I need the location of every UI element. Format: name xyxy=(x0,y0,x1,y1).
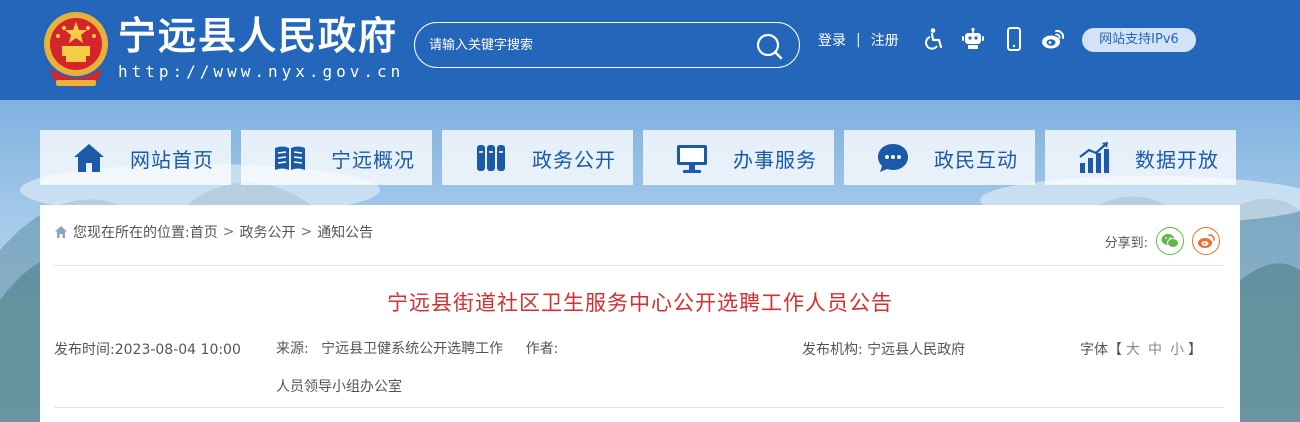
site-title: 宁远县人民政府 xyxy=(118,14,399,58)
nav-overview[interactable]: 宁远概况 xyxy=(241,130,432,185)
nav-label: 网站首页 xyxy=(130,148,214,172)
mobile-icon[interactable] xyxy=(1002,27,1026,51)
share-wechat-button[interactable] xyxy=(1156,227,1184,255)
login-link[interactable]: 登录 xyxy=(818,30,846,50)
publish-value: 2023-08-04 10:00 xyxy=(114,342,241,358)
wechat-icon xyxy=(1161,234,1179,248)
link-separator: | xyxy=(856,32,861,48)
breadcrumb-government-affairs[interactable]: 政务公开 xyxy=(239,222,295,242)
source: 来源: 宁远县卫健系统公开选聘工作 作者: 人员领导小组办公室 xyxy=(276,339,558,397)
nav-label: 政务公开 xyxy=(532,148,616,172)
source-value-line1: 宁远县卫健系统公开选聘工作 xyxy=(321,341,504,357)
font-large-button[interactable]: 大 xyxy=(1126,342,1140,358)
divider xyxy=(54,407,1224,408)
nav-label: 宁远概况 xyxy=(331,148,415,172)
nav-label: 办事服务 xyxy=(733,148,817,172)
chart-icon xyxy=(1079,142,1109,173)
font-size-end: 】 xyxy=(1188,342,1202,358)
search-icon[interactable] xyxy=(755,32,783,60)
search-box xyxy=(414,22,800,68)
author-label: 作者: xyxy=(525,341,559,357)
publish-time: 发布时间:2023-08-04 10:00 xyxy=(54,339,241,359)
home-icon xyxy=(74,144,104,172)
divider xyxy=(54,265,1224,266)
robot-icon[interactable] xyxy=(961,27,985,51)
breadcrumb-arrow: > xyxy=(300,224,313,240)
register-link[interactable]: 注册 xyxy=(871,30,899,50)
breadcrumb-arrow: > xyxy=(222,224,235,240)
org-label: 发布机构: xyxy=(802,342,863,358)
account-links: 登录 | 注册 xyxy=(818,30,899,50)
weibo-icon[interactable] xyxy=(1041,27,1065,51)
breadcrumb-prefix: 您现在所在的位置: xyxy=(73,225,190,241)
share-bar: 分享到: xyxy=(1105,227,1220,255)
files-icon xyxy=(477,145,505,171)
org-value: 宁远县人民政府 xyxy=(867,342,966,358)
chat-icon xyxy=(878,144,908,172)
nav-interaction[interactable]: 政民互动 xyxy=(844,130,1035,185)
breadcrumb-home[interactable]: 首页 xyxy=(190,222,218,242)
font-medium-button[interactable]: 中 xyxy=(1148,342,1162,358)
share-label: 分享到: xyxy=(1104,235,1148,251)
site-url: http://www.nyx.gov.cn xyxy=(118,62,405,81)
breadcrumb: 您现在所在的位置: 首页 > 政务公开 > 通知公告 xyxy=(54,222,373,242)
breadcrumb-notices[interactable]: 通知公告 xyxy=(317,222,373,242)
monitor-icon xyxy=(677,145,707,173)
nav-label: 政民互动 xyxy=(934,148,1018,172)
nav-services[interactable]: 办事服务 xyxy=(643,130,834,185)
font-small-button[interactable]: 小 xyxy=(1170,342,1184,358)
nav-open-data[interactable]: 数据开放 xyxy=(1045,130,1236,185)
site-header: 宁远县人民政府 http://www.nyx.gov.cn 登录 | 注册 xyxy=(0,0,1300,100)
weibo-icon xyxy=(1198,234,1215,248)
share-weibo-button[interactable] xyxy=(1192,227,1220,255)
font-size-control: 字体【大中小】 xyxy=(1080,339,1202,359)
nav-home[interactable]: 网站首页 xyxy=(40,130,231,185)
ipv6-badge: 网站支持IPv6 xyxy=(1082,28,1196,52)
home-small-icon xyxy=(55,226,67,238)
search-input[interactable] xyxy=(429,33,739,57)
national-emblem-icon xyxy=(44,12,108,87)
article-title: 宁远县街道社区卫生服务中心公开选聘工作人员公告 xyxy=(387,291,893,315)
accessibility-icon[interactable] xyxy=(922,27,946,51)
nav-label: 数据开放 xyxy=(1135,148,1219,172)
source-value-line2: 人员领导小组办公室 xyxy=(276,379,402,395)
content-panel: 您现在所在的位置: 首页 > 政务公开 > 通知公告 分享到: 宁远县街道社区卫… xyxy=(40,205,1240,422)
font-size-label: 字体【 xyxy=(1080,342,1122,358)
source-label: 来源: xyxy=(276,341,309,357)
nav-government-affairs[interactable]: 政务公开 xyxy=(442,130,633,185)
publishing-org: 发布机构: 宁远县人民政府 xyxy=(802,339,965,359)
publish-label: 发布时间: xyxy=(54,342,115,358)
book-icon xyxy=(275,146,305,170)
